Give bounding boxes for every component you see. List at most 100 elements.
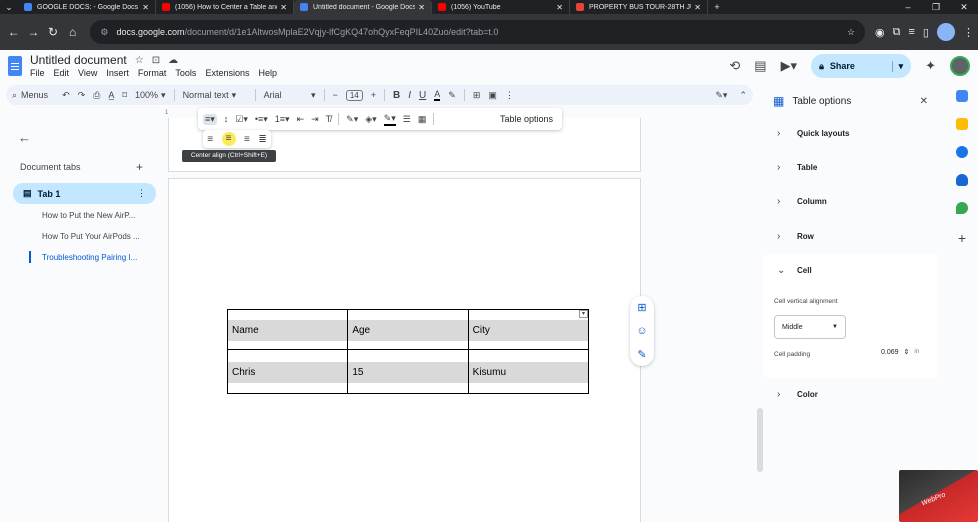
browser-tab[interactable]: (1056) YouTube ✕ [432, 0, 570, 14]
share-button[interactable]: 🔒︎ Share ▾ [811, 54, 912, 78]
background-color-icon[interactable]: ◈▾ [365, 114, 376, 125]
emoji-reaction-icon[interactable]: ☺ [636, 325, 647, 337]
print-icon[interactable]: ⎙ [93, 90, 100, 101]
document-title[interactable]: Untitled document [30, 53, 127, 67]
increase-indent-icon[interactable]: ⇥ [311, 114, 319, 125]
border-dash-icon[interactable]: ▦ [418, 114, 427, 125]
suggest-edits-icon[interactable]: ✎ [637, 348, 646, 361]
url-field[interactable]: ⚙ docs.google.com /document/d/1e1AltwosM… [90, 20, 866, 44]
sidebar-icon[interactable]: ▯ [923, 26, 929, 39]
underline-icon[interactable]: U [419, 90, 426, 101]
undo-icon[interactable]: ↶ [62, 90, 70, 101]
doc-tab-item[interactable]: ▤ Tab 1 ⋮ [13, 183, 156, 204]
decrease-indent-icon[interactable]: ⇤ [297, 114, 305, 125]
close-icon[interactable]: ✕ [418, 3, 425, 12]
document-table[interactable]: Name Age City Chris 15 Kisumu [226, 309, 590, 394]
close-icon[interactable]: ✕ [920, 96, 928, 107]
table-cell[interactable]: Chris [226, 349, 349, 394]
section-color[interactable]: › Color [777, 389, 818, 400]
line-spacing-icon[interactable]: ↕ [224, 114, 229, 124]
tasks-icon[interactable] [956, 146, 968, 158]
section-quick-layouts[interactable]: › Quick layouts [777, 128, 849, 139]
table-cell[interactable]: Age [347, 309, 469, 350]
menu-insert[interactable]: Insert [106, 68, 129, 78]
version-history-icon[interactable]: ⟲ [729, 58, 740, 74]
more-options-icon[interactable]: ⋮ [137, 188, 146, 199]
checklist-icon[interactable]: ☑▾ [235, 114, 248, 125]
reload-icon[interactable]: ↻ [43, 25, 63, 39]
media-icon[interactable]: ≡ [908, 26, 914, 38]
restore-icon[interactable]: ❐ [922, 2, 950, 13]
menu-format[interactable]: Format [138, 68, 167, 78]
text-color-icon[interactable]: A [434, 89, 441, 101]
page[interactable]: Name Age City Chris 15 Kisumu ▾ [168, 178, 641, 522]
add-app-icon[interactable]: + [958, 230, 966, 246]
italic-icon[interactable]: I [408, 90, 411, 101]
align-right-icon[interactable]: ≡ [244, 134, 250, 145]
table-cell[interactable]: 15 [347, 349, 469, 394]
gemini-icon[interactable]: ✦ [925, 58, 936, 74]
close-icon[interactable]: ✕ [280, 3, 287, 12]
camera-extension-icon[interactable]: ◉ [875, 26, 885, 39]
section-column[interactable]: › Column [777, 196, 827, 207]
move-folder-icon[interactable]: ⊡ [152, 55, 160, 66]
new-tab-icon[interactable]: + [708, 0, 726, 14]
section-cell[interactable]: ⌄ Cell [777, 265, 812, 276]
bold-icon[interactable]: B [393, 90, 400, 101]
docs-logo-icon[interactable] [8, 56, 22, 76]
profile-avatar[interactable] [936, 23, 955, 41]
outline-item[interactable]: How to Put the New AirP... [42, 211, 147, 220]
paint-format-icon[interactable]: ⌑ [122, 90, 127, 101]
avatar[interactable] [950, 56, 970, 76]
calendar-icon[interactable] [956, 90, 968, 102]
comments-icon[interactable]: ▤ [754, 58, 766, 74]
browser-tab[interactable]: GOOGLE DOCS: - Google Docs ✕ [18, 0, 156, 14]
style-select[interactable]: Normal text ▾ [183, 90, 247, 101]
font-size-field[interactable]: 14 [345, 89, 363, 101]
keep-icon[interactable] [956, 118, 968, 130]
editing-mode-icon[interactable]: ✎▾ [715, 90, 727, 101]
add-tab-icon[interactable]: + [136, 160, 143, 174]
insert-link-icon[interactable]: ⊞ [473, 90, 481, 101]
home-icon[interactable]: ⌂ [63, 25, 83, 39]
spellcheck-icon[interactable]: A̲ [108, 90, 114, 100]
collapse-menus-icon[interactable]: ⌃ [739, 90, 747, 101]
browser-tab[interactable]: PROPERTY BUS TOUR-28TH JUNE ✕ [570, 0, 708, 14]
align-left-icon[interactable]: ≡ [207, 134, 213, 145]
outline-item-active[interactable]: Troubleshooting Pairing I... [42, 253, 147, 262]
search-menus-button[interactable]: ⌕ Menus [12, 90, 48, 101]
more-options-icon[interactable]: ⋮ [505, 90, 514, 101]
font-select[interactable]: Arial ▾ [264, 90, 316, 101]
close-icon[interactable]: ✕ [142, 3, 149, 12]
border-style-icon[interactable]: ☰ [403, 114, 411, 125]
site-info-icon[interactable]: ⚙ [100, 27, 108, 38]
bulleted-list-icon[interactable]: •≡▾ [255, 114, 268, 125]
forward-icon[interactable]: → [24, 25, 44, 39]
meet-icon[interactable]: ▶▾ [781, 58, 798, 74]
chevron-down-icon[interactable]: ▾ [891, 60, 903, 72]
bookmark-star-icon[interactable]: ☆ [847, 27, 855, 38]
outline-item[interactable]: How To Put Your AirPods ... [42, 232, 147, 241]
menu-edit[interactable]: Edit [54, 68, 70, 78]
maps-icon[interactable] [956, 202, 968, 214]
zoom-select[interactable]: 100% ▾ [135, 90, 166, 101]
cell-padding-field[interactable]: 0.069 ⇕ in [881, 348, 919, 357]
close-window-icon[interactable]: ✕ [950, 2, 978, 13]
extensions-icon[interactable]: ⧉ [893, 26, 901, 39]
align-left-icon[interactable]: ≡▾ [203, 113, 217, 125]
browser-menu-icon[interactable]: ⋮ [963, 26, 974, 39]
contacts-icon[interactable] [956, 174, 968, 186]
star-icon[interactable]: ☆ [135, 55, 144, 66]
table-menu-handle-icon[interactable]: ▾ [579, 310, 588, 318]
close-icon[interactable]: ✕ [556, 3, 563, 12]
back-icon[interactable]: ← [4, 25, 24, 39]
numbered-list-icon[interactable]: 1≡▾ [275, 114, 290, 125]
insert-image-icon[interactable]: ▣ [488, 90, 497, 101]
add-comment-icon[interactable]: ⊞ [637, 301, 646, 314]
close-icon[interactable]: ✕ [694, 3, 701, 12]
menu-file[interactable]: File [30, 68, 45, 78]
justify-icon[interactable]: ≣ [258, 134, 266, 145]
table-cell[interactable]: City [467, 309, 590, 350]
align-center-icon[interactable]: ≡ [221, 132, 236, 146]
menu-view[interactable]: View [78, 68, 97, 78]
